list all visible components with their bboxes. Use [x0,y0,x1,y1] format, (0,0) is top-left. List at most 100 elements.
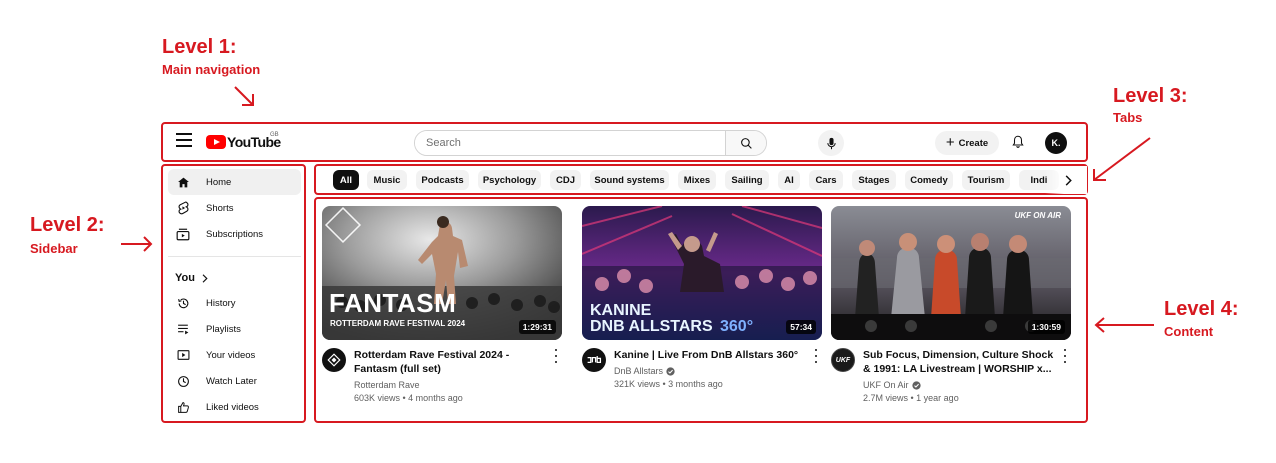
sidebar: Home Shorts Subscriptions You History Pl… [162,165,305,422]
chip-mixes[interactable]: Mixes [678,170,716,190]
channel-avatar[interactable] [322,348,346,372]
sidebar-item-liked-videos[interactable]: Liked videos [168,394,301,420]
channel-logo-icon [327,353,341,367]
channel-logo-icon [587,356,602,364]
chip-sound-systems[interactable]: Sound systems [590,170,669,190]
shorts-icon [176,201,190,215]
sidebar-item-label: Home [206,176,232,188]
verified-icon [666,366,675,376]
sidebar-item-history[interactable]: History [168,290,301,316]
chip-psychology[interactable]: Psychology [478,170,541,190]
you-label: You [175,272,195,284]
channel-name-text: DnB Allstars [614,366,664,376]
video-title[interactable]: Sub Focus, Dimension, Culture Shock & 19… [863,348,1059,376]
video-stats: 321K views • 3 months ago [614,379,723,389]
sidebar-item-shorts[interactable]: Shorts [168,195,301,221]
video-stats: 603K views • 4 months ago [354,393,463,403]
create-button[interactable]: + Create [935,131,999,155]
country-code: GB [270,132,279,138]
sidebar-item-label: Playlists [206,323,241,335]
menu-icon[interactable] [176,133,192,147]
search-button[interactable] [725,131,766,155]
plus-icon: + [945,134,955,151]
annotation-level1-subtitle: Main navigation [162,62,261,77]
annotation-level2-arrow [121,236,153,252]
search-box [414,130,767,156]
annotation-level1-title: Level 1: [162,36,237,58]
channel-name[interactable]: Rotterdam Rave [354,380,420,390]
microphone-icon [826,137,836,149]
category-chip-bar: All Music Podcasts Psychology CDJ Sound … [315,166,1087,194]
search-input[interactable] [415,131,725,155]
chevron-right-icon [1065,174,1072,186]
chip-ai[interactable]: AI [778,170,800,190]
sidebar-item-watch-later[interactable]: Watch Later [168,368,301,394]
chip-all[interactable]: All [333,170,359,190]
subscriptions-icon [176,227,190,241]
sidebar-item-playlists[interactable]: Playlists [168,316,301,342]
video-stats: 2.7M views • 1 year ago [863,393,959,403]
bell-icon [1012,135,1024,148]
more-options-icon[interactable] [812,349,820,363]
sidebar-you-header[interactable]: You [175,272,208,284]
sidebar-divider [168,256,301,257]
video-card: FANTASM ROTTERDAM RAVE FESTIVAL 2024 1:2… [322,206,562,403]
video-duration: 1:29:31 [518,320,556,334]
chip-cars[interactable]: Cars [809,170,843,190]
annotation-level3-subtitle: Tabs [1113,110,1143,125]
chip-podcasts[interactable]: Podcasts [416,170,469,190]
chip-cdj[interactable]: CDJ [550,170,581,190]
video-card: UKF ON AIR 1:30:59 UKF Sub Focus, Dimens… [831,206,1071,403]
annotation-level1-arrow [234,86,254,106]
annotation-level3-arrow [1093,137,1151,181]
more-options-icon[interactable] [1061,349,1069,363]
channel-avatar[interactable] [582,348,606,372]
sidebar-item-label: Subscriptions [206,228,264,240]
sidebar-item-label: Your videos [206,349,256,361]
top-navigation-bar: YouTube GB + Create K. [162,123,1087,161]
sidebar-item-your-videos[interactable]: Your videos [168,342,301,368]
video-thumbnail[interactable]: UKF ON AIR 1:30:59 [831,206,1071,340]
sidebar-item-label: Liked videos [206,401,259,413]
channel-name[interactable]: UKF On Air [863,380,921,390]
channel-avatar[interactable]: UKF [831,348,855,372]
video-thumbnail[interactable]: FANTASM ROTTERDAM RAVE FESTIVAL 2024 1:2… [322,206,562,340]
chip-sailing[interactable]: Sailing [725,170,769,190]
channel-name-text: UKF On Air [863,380,909,390]
annotation-level4-arrow [1094,317,1154,333]
chip-comedy[interactable]: Comedy [905,170,953,190]
sidebar-item-label: Shorts [206,202,234,214]
voice-search-button[interactable] [818,130,844,156]
verified-icon [911,380,921,390]
thumbnail-360-text: 360° [720,318,754,335]
playlists-icon [176,322,190,336]
chip-stages[interactable]: Stages [852,170,896,190]
sidebar-item-label: Watch Later [206,375,257,387]
sidebar-item-subscriptions[interactable]: Subscriptions [168,221,301,247]
liked-videos-icon [176,400,190,414]
annotation-level3-title: Level 3: [1113,85,1188,107]
chip-music[interactable]: Music [367,170,407,190]
video-duration: 57:34 [786,320,816,334]
chip-scroll-right-button[interactable] [1058,170,1078,190]
annotation-level2-title: Level 2: [30,214,105,236]
video-title[interactable]: Kanine | Live From DnB Allstars 360° [614,348,810,362]
video-title[interactable]: Rotterdam Rave Festival 2024 - Fantasm (… [354,348,550,376]
thumbnail-subtitle-text: DNB ALLSTARS [590,318,713,335]
thumbnail-title-text: FANTASM [329,288,457,318]
sidebar-item-home[interactable]: Home [168,169,301,195]
video-thumbnail[interactable]: KANINE DNB ALLSTARS 360° 57:34 [582,206,822,340]
sidebar-item-label: History [206,297,236,309]
video-card: KANINE DNB ALLSTARS 360° 57:34 Kanine | … [582,206,822,389]
channel-name[interactable]: DnB Allstars [614,366,675,376]
account-avatar[interactable]: K. [1045,132,1067,154]
chip-tourism[interactable]: Tourism [962,170,1010,190]
chevron-right-icon [202,273,208,283]
thumbnail-subtitle-text: ROTTERDAM RAVE FESTIVAL 2024 [330,319,466,328]
more-options-icon[interactable] [552,349,560,363]
home-icon [176,175,190,189]
notifications-button[interactable] [1011,134,1025,154]
video-duration: 1:30:59 [1027,320,1065,334]
your-videos-icon [176,348,190,362]
annotation-level2-subtitle: Sidebar [30,241,78,256]
